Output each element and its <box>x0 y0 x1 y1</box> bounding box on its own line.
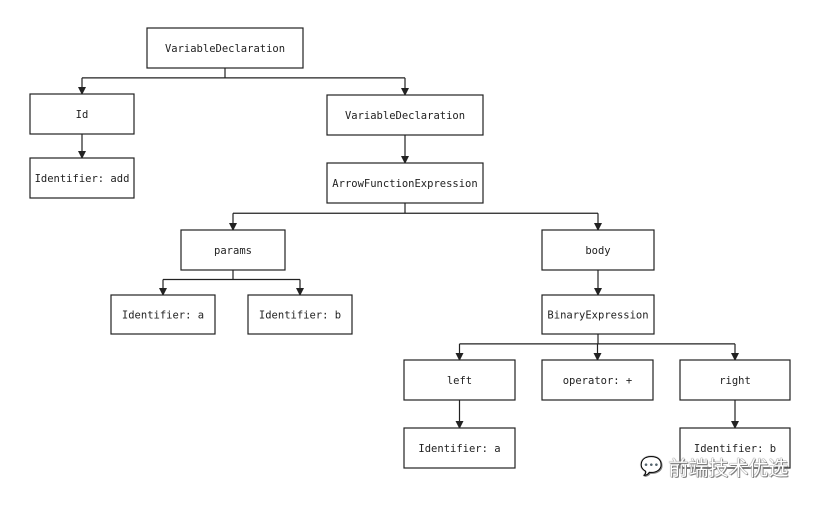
node-label: right <box>719 375 751 387</box>
node-vd2: VariableDeclaration <box>326 94 484 136</box>
node-label: ArrowFunctionExpression <box>332 178 477 190</box>
node-params: params <box>180 229 286 271</box>
node-pa: Identifier: a <box>110 294 216 335</box>
node-body: body <box>541 229 655 271</box>
node-id: Id <box>29 93 135 135</box>
node-vd1: VariableDeclaration <box>146 27 304 69</box>
node-label: operator: + <box>563 375 633 387</box>
node-label: VariableDeclaration <box>345 110 465 122</box>
node-label: left <box>447 375 472 387</box>
node-label: Identifier: a <box>122 310 204 322</box>
node-right: right <box>679 359 791 401</box>
node-label: params <box>214 245 252 257</box>
node-la: Identifier: a <box>403 427 516 469</box>
node-label: Id <box>76 109 89 121</box>
node-label: body <box>585 245 610 257</box>
wechat-icon: 💬 <box>640 456 663 477</box>
ast-diagram: VariableDeclaration Id Identifier: add Vari… <box>0 0 822 507</box>
node-bin: BinaryExpression <box>541 294 655 335</box>
node-label: Identifier: add <box>35 173 130 185</box>
node-label: Identifier: a <box>418 443 500 455</box>
node-pb: Identifier: b <box>247 294 353 335</box>
watermark: 💬 前端技术优选 <box>640 452 788 481</box>
node-label: Identifier: b <box>259 310 341 322</box>
node-op: operator: + <box>541 359 654 401</box>
node-arrow: ArrowFunctionExpression <box>326 162 484 204</box>
node-idadd: Identifier: add <box>29 157 135 199</box>
watermark-text: 前端技术优选 <box>668 456 789 480</box>
node-left: left <box>403 359 516 401</box>
node-label: VariableDeclaration <box>165 43 285 55</box>
tree-canvas: VariableDeclaration Id Identifier: add Vari… <box>29 27 791 469</box>
node-label: BinaryExpression <box>547 310 648 322</box>
